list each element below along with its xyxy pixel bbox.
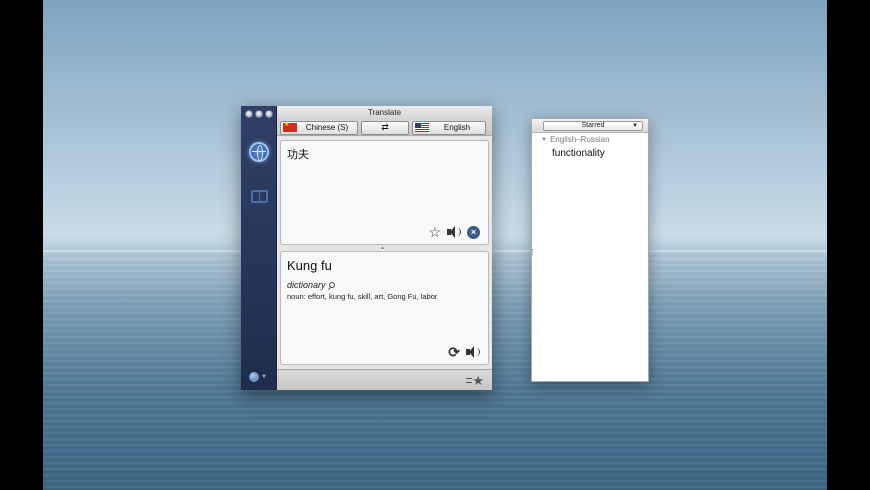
starred-panel: Starred ▼ ▼ English–Russian functionalit… bbox=[531, 118, 649, 382]
chevron-down-icon: ▼ bbox=[632, 122, 638, 129]
china-flag-icon bbox=[283, 121, 297, 132]
zoom-window-button[interactable] bbox=[265, 110, 273, 118]
target-language-button[interactable]: English bbox=[412, 120, 486, 135]
bottom-toolbar: ★ bbox=[277, 369, 492, 390]
output-tools: ⟳ bbox=[448, 345, 480, 359]
source-language-label: Chinese (S) bbox=[305, 123, 349, 132]
translate-window: ▼ Translate Chinese (S) ⇄ English 功夫 ☆ × bbox=[241, 106, 492, 390]
output-pane: Kung fu dictionary noun: effort, kung fu… bbox=[280, 251, 489, 365]
dictionary-book-icon[interactable] bbox=[251, 190, 268, 203]
resize-grip[interactable] bbox=[532, 249, 535, 255]
us-flag-icon bbox=[415, 123, 429, 132]
window-title: Translate bbox=[277, 106, 492, 120]
starred-entry[interactable]: functionality bbox=[532, 144, 648, 159]
settings-menu-button[interactable]: ▼ bbox=[249, 372, 267, 382]
swap-arrows-icon: ⇄ bbox=[381, 122, 389, 132]
starred-panel-header: Starred ▼ bbox=[532, 119, 648, 133]
chevron-down-icon: ▼ bbox=[261, 374, 267, 380]
close-window-button[interactable] bbox=[245, 110, 253, 118]
speaker-icon[interactable] bbox=[447, 226, 461, 238]
translation-result: Kung fu bbox=[287, 258, 332, 273]
language-bar: Chinese (S) ⇄ English bbox=[277, 120, 492, 136]
starred-dropdown-value: Starred bbox=[581, 121, 605, 129]
dictionary-definition: noun: effort, kung fu, skill, art, Gong … bbox=[287, 292, 438, 301]
target-language-label: English bbox=[443, 123, 471, 132]
starred-group-row[interactable]: ▼ English–Russian bbox=[532, 133, 648, 144]
sidebar: ▼ bbox=[241, 106, 277, 390]
clear-icon[interactable]: × bbox=[467, 225, 480, 239]
starred-list-icon[interactable]: ★ bbox=[466, 373, 484, 389]
search-icon[interactable] bbox=[328, 282, 335, 288]
input-text[interactable]: 功夫 bbox=[281, 141, 488, 167]
refresh-icon[interactable]: ⟳ bbox=[448, 345, 460, 359]
swap-languages-button[interactable]: ⇄ bbox=[361, 120, 409, 135]
starred-group-label: English–Russian bbox=[549, 135, 610, 144]
source-language-button[interactable]: Chinese (S) bbox=[280, 120, 358, 135]
main-content: Translate Chinese (S) ⇄ English 功夫 ☆ × ▲ bbox=[277, 106, 492, 390]
input-pane[interactable]: 功夫 ☆ × bbox=[280, 140, 489, 245]
dictionary-label[interactable]: dictionary bbox=[281, 273, 488, 290]
speaker-icon[interactable] bbox=[466, 346, 480, 358]
settings-icon bbox=[249, 372, 259, 382]
globe-icon[interactable] bbox=[249, 142, 269, 162]
window-controls bbox=[245, 110, 273, 118]
starred-dropdown[interactable]: Starred ▼ bbox=[543, 120, 643, 131]
minimize-window-button[interactable] bbox=[255, 110, 263, 118]
input-tools: ☆ × bbox=[428, 225, 480, 239]
star-icon[interactable]: ☆ bbox=[428, 225, 441, 239]
dictionary-label-text: dictionary bbox=[287, 280, 326, 290]
disclosure-triangle-icon[interactable]: ▼ bbox=[541, 137, 547, 143]
